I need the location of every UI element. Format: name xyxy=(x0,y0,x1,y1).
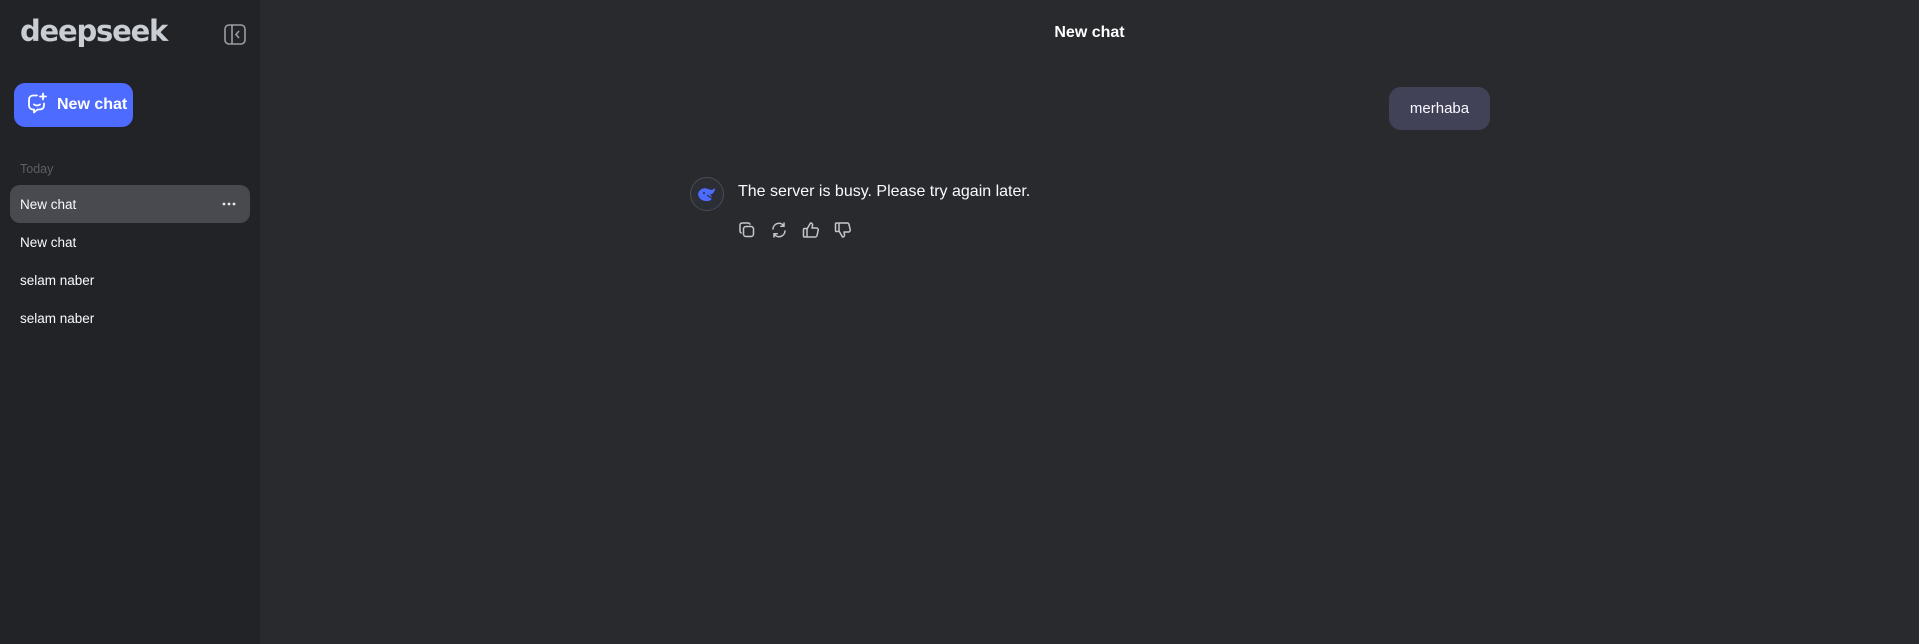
deepseek-whale-icon xyxy=(690,177,724,211)
thumbs-down-icon[interactable] xyxy=(833,220,853,240)
history-item[interactable]: selam naber xyxy=(10,299,250,337)
new-chat-button[interactable]: New chat xyxy=(14,83,133,127)
history-item[interactable]: New chat xyxy=(10,223,250,261)
history-item[interactable]: New chat xyxy=(10,185,250,223)
page-title: New chat xyxy=(1054,24,1125,41)
history-item-label: New chat xyxy=(20,234,77,250)
user-message-text: merhaba xyxy=(1409,100,1470,117)
app-root: deepseek New chat Today New chat New cha… xyxy=(0,0,1919,644)
assistant-message-text: The server is busy. Please try again lat… xyxy=(738,183,1031,200)
refresh-icon[interactable] xyxy=(769,220,789,240)
sidebar-collapse-icon[interactable] xyxy=(224,24,246,45)
message-actions xyxy=(737,220,853,240)
chat-main: New chat merhaba The server is busy. Ple… xyxy=(260,0,1919,644)
history-item[interactable]: selam naber xyxy=(10,261,250,299)
new-chat-label: New chat xyxy=(57,96,128,113)
history-item-label: selam naber xyxy=(20,310,95,326)
section-label-today: Today xyxy=(20,162,54,176)
copy-icon[interactable] xyxy=(737,220,757,240)
thumbs-up-icon[interactable] xyxy=(801,220,821,240)
user-message-bubble: merhaba xyxy=(1389,87,1490,130)
chat-plus-icon xyxy=(26,92,48,119)
history-item-label: selam naber xyxy=(20,272,95,288)
logo: deepseek xyxy=(20,14,168,48)
history-item-label: New chat xyxy=(20,196,77,212)
more-horizontal-icon[interactable] xyxy=(220,195,238,213)
sidebar: deepseek New chat Today New chat New cha… xyxy=(0,0,260,644)
chat-history-list: New chat New chat selam naber selam nabe… xyxy=(10,185,250,337)
